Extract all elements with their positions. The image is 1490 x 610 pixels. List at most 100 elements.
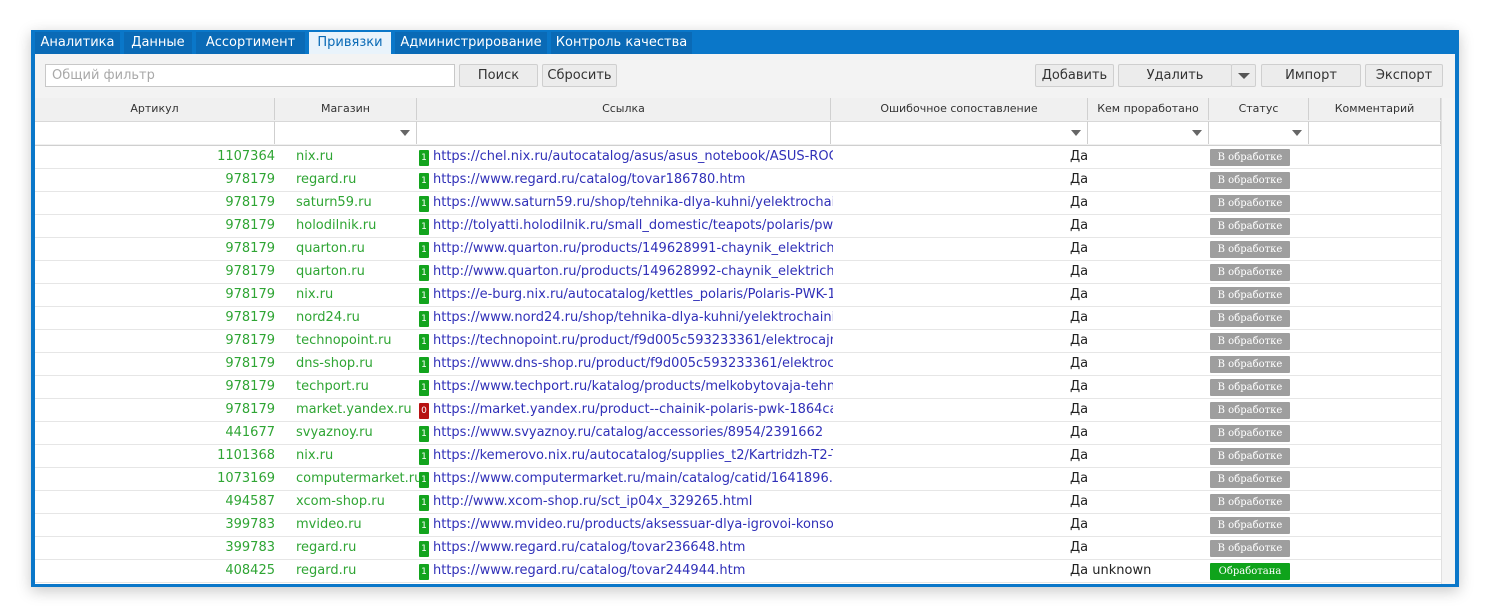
table-row[interactable]: 978179 regard.ru 1 https://www.regard.ru/ca… bbox=[35, 169, 1441, 192]
status-badge[interactable]: В обработке bbox=[1210, 379, 1290, 396]
status-badge[interactable]: В обработке bbox=[1210, 356, 1290, 373]
column-header-comment[interactable]: Комментарий bbox=[1309, 98, 1441, 120]
cell-link[interactable]: https://www.saturn59.ru/shop/tehnika-dly… bbox=[433, 192, 833, 214]
status-badge[interactable]: В обработке bbox=[1210, 517, 1290, 534]
column-header-processed-by[interactable]: Кем проработано bbox=[1088, 98, 1209, 120]
cell-wrong-match: Да bbox=[1070, 425, 1089, 440]
tab-analytics[interactable]: Аналитика bbox=[35, 32, 120, 54]
cell-link[interactable]: https://www.techport.ru/katalog/products… bbox=[433, 376, 833, 398]
status-badge[interactable]: В обработке bbox=[1210, 241, 1290, 258]
table-row[interactable]: 1107364 nix.ru 1 https://chel.nix.ru/autoca… bbox=[35, 146, 1441, 169]
cell-link[interactable]: https://www.dns-shop.ru/product/f9d005c5… bbox=[433, 353, 833, 375]
match-flag-badge: 1 bbox=[419, 265, 429, 281]
tab-administration[interactable]: Администрирование bbox=[395, 32, 547, 54]
status-badge[interactable]: В обработке bbox=[1210, 425, 1290, 442]
table-row[interactable]: 978179 quarton.ru 1 http://www.quarton.ru/p… bbox=[35, 238, 1441, 261]
cell-wrong-match: Да bbox=[1070, 264, 1089, 279]
filter-processed-by[interactable] bbox=[1088, 121, 1209, 144]
table-row[interactable]: 978179 quarton.ru 1 http://www.quarton.ru/p… bbox=[35, 261, 1441, 284]
column-header-status[interactable]: Статус bbox=[1209, 98, 1309, 120]
delete-dropdown-button[interactable] bbox=[1231, 64, 1256, 87]
export-button[interactable]: Экспорт bbox=[1365, 64, 1443, 87]
cell-wrong-match: Да unknown bbox=[1070, 563, 1152, 578]
delete-button[interactable]: Удалить bbox=[1118, 64, 1232, 87]
table-row[interactable]: 978179 techport.ru 1 https://www.techport.r… bbox=[35, 376, 1441, 399]
filter-input[interactable] bbox=[45, 64, 455, 87]
table-row[interactable]: 978179 saturn59.ru 1 https://www.saturn59.r… bbox=[35, 192, 1441, 215]
tab-quality-control[interactable]: Контроль качества bbox=[551, 32, 692, 54]
table-row[interactable]: 1073169 computermarket.ru 1 https://www.com… bbox=[35, 468, 1441, 491]
cell-link[interactable]: https://market.yandex.ru/product--chaini… bbox=[433, 399, 833, 421]
table-row[interactable]: 978179 holodilnik.ru 1 http://tolyatti.holo… bbox=[35, 215, 1441, 238]
cell-link[interactable]: http://www.quarton.ru/products/149628991… bbox=[433, 238, 833, 260]
filter-status[interactable] bbox=[1209, 121, 1309, 144]
cell-link[interactable]: https://www.computermarket.ru/main/catal… bbox=[433, 468, 833, 490]
status-badge[interactable]: В обработке bbox=[1210, 494, 1290, 511]
cell-link[interactable]: https://www.regard.ru/catalog/tovar18678… bbox=[433, 169, 833, 191]
filter-wrong-match[interactable] bbox=[831, 121, 1088, 144]
status-badge[interactable]: В обработке bbox=[1210, 402, 1290, 419]
cell-shop: nord24.ru bbox=[296, 310, 360, 325]
cell-link[interactable]: https://www.nord24.ru/shop/tehnika-dlya-… bbox=[433, 307, 833, 329]
status-badge[interactable]: В обработке bbox=[1210, 310, 1290, 327]
cell-link[interactable]: https://www.mvideo.ru/products/aksessuar… bbox=[433, 514, 833, 536]
table-row[interactable]: 978179 technopoint.ru 1 https://technopoint… bbox=[35, 330, 1441, 353]
column-header-shop[interactable]: Магазин bbox=[275, 98, 417, 120]
tab-bindings[interactable]: Привязки bbox=[309, 32, 391, 54]
column-header-article[interactable]: Артикул bbox=[35, 98, 275, 120]
status-badge[interactable]: В обработке bbox=[1210, 540, 1290, 557]
vertical-scrollbar[interactable] bbox=[1441, 98, 1455, 584]
cell-link[interactable]: http://www.quarton.ru/products/149628992… bbox=[433, 261, 833, 283]
cell-link[interactable]: http://tolyatti.holodilnik.ru/small_dome… bbox=[433, 215, 833, 237]
status-badge[interactable]: В обработке bbox=[1210, 448, 1290, 465]
status-badge[interactable]: В обработке bbox=[1210, 287, 1290, 304]
cell-link[interactable]: https://www.regard.ru/catalog/tovar23664… bbox=[433, 537, 833, 559]
cell-article: 1073169 bbox=[217, 471, 275, 486]
tab-assortment[interactable]: Ассортимент bbox=[196, 32, 305, 54]
status-badge[interactable]: В обработке bbox=[1210, 149, 1290, 166]
tab-data[interactable]: Данные bbox=[124, 32, 192, 54]
filter-article[interactable] bbox=[35, 121, 275, 144]
cell-wrong-match: Да bbox=[1070, 494, 1089, 509]
column-header-link[interactable]: Ссылка bbox=[417, 98, 831, 120]
import-button[interactable]: Импорт bbox=[1261, 64, 1361, 87]
table-row[interactable]: 399783 regard.ru 1 https://www.regard.ru/ca… bbox=[35, 537, 1441, 560]
cell-link[interactable]: https://e-burg.nix.ru/autocatalog/kettle… bbox=[433, 284, 833, 306]
match-flag-badge: 1 bbox=[419, 242, 429, 258]
status-badge[interactable]: Обработана bbox=[1210, 563, 1290, 580]
table-row[interactable]: 399783 mvideo.ru 1 https://www.mvideo.ru/pr… bbox=[35, 514, 1441, 537]
reset-button[interactable]: Сбросить bbox=[542, 64, 617, 87]
table-row[interactable]: 978179 dns-shop.ru 1 https://www.dns-shop.r… bbox=[35, 353, 1441, 376]
cell-link[interactable]: http://www.xcom-shop.ru/sct_ip04x_329265… bbox=[433, 491, 833, 513]
status-badge[interactable]: В обработке bbox=[1210, 218, 1290, 235]
cell-link[interactable]: https://www.regard.ru/catalog/tovar24494… bbox=[433, 560, 833, 582]
filter-comment[interactable] bbox=[1309, 121, 1441, 144]
cell-wrong-match: Да bbox=[1070, 356, 1089, 371]
match-flag-badge: 1 bbox=[419, 196, 429, 212]
table-row[interactable]: 978179 nord24.ru 1 https://www.nord24.ru/sh… bbox=[35, 307, 1441, 330]
cell-wrong-match: Да bbox=[1070, 540, 1089, 555]
match-flag-badge: 1 bbox=[419, 288, 429, 304]
filter-link[interactable] bbox=[417, 121, 831, 144]
add-button[interactable]: Добавить bbox=[1035, 64, 1114, 87]
cell-link[interactable]: https://technopoint.ru/product/f9d005c59… bbox=[433, 330, 833, 352]
status-badge[interactable]: В обработке bbox=[1210, 471, 1290, 488]
table-row[interactable]: 408425 regard.ru 1 https://www.regard.ru/ca… bbox=[35, 560, 1441, 583]
status-badge[interactable]: В обработке bbox=[1210, 333, 1290, 350]
status-badge[interactable]: В обработке bbox=[1210, 264, 1290, 281]
column-header-wrong-match[interactable]: Ошибочное сопоставление bbox=[831, 98, 1088, 120]
cell-link[interactable]: https://chel.nix.ru/autocatalog/asus/asu… bbox=[433, 146, 833, 168]
table-row[interactable]: 978179 market.yandex.ru 0 https://market.ya… bbox=[35, 399, 1441, 422]
cell-wrong-match: Да bbox=[1070, 287, 1089, 302]
filter-shop[interactable] bbox=[275, 121, 417, 144]
search-button[interactable]: Поиск bbox=[459, 64, 538, 87]
table-row[interactable]: 1101368 nix.ru 1 https://kemerovo.nix.ru/au… bbox=[35, 445, 1441, 468]
cell-article: 441677 bbox=[225, 425, 275, 440]
cell-link[interactable]: https://kemerovo.nix.ru/autocatalog/supp… bbox=[433, 445, 833, 467]
table-row[interactable]: 494587 xcom-shop.ru 1 http://www.xcom-shop.… bbox=[35, 491, 1441, 514]
table-row[interactable]: 441677 svyaznoy.ru 1 https://www.svyaznoy.r… bbox=[35, 422, 1441, 445]
status-badge[interactable]: В обработке bbox=[1210, 195, 1290, 212]
cell-link[interactable]: https://www.svyaznoy.ru/catalog/accessor… bbox=[433, 422, 833, 444]
table-row[interactable]: 978179 nix.ru 1 https://e-burg.nix.ru/autoc… bbox=[35, 284, 1441, 307]
status-badge[interactable]: В обработке bbox=[1210, 172, 1290, 189]
